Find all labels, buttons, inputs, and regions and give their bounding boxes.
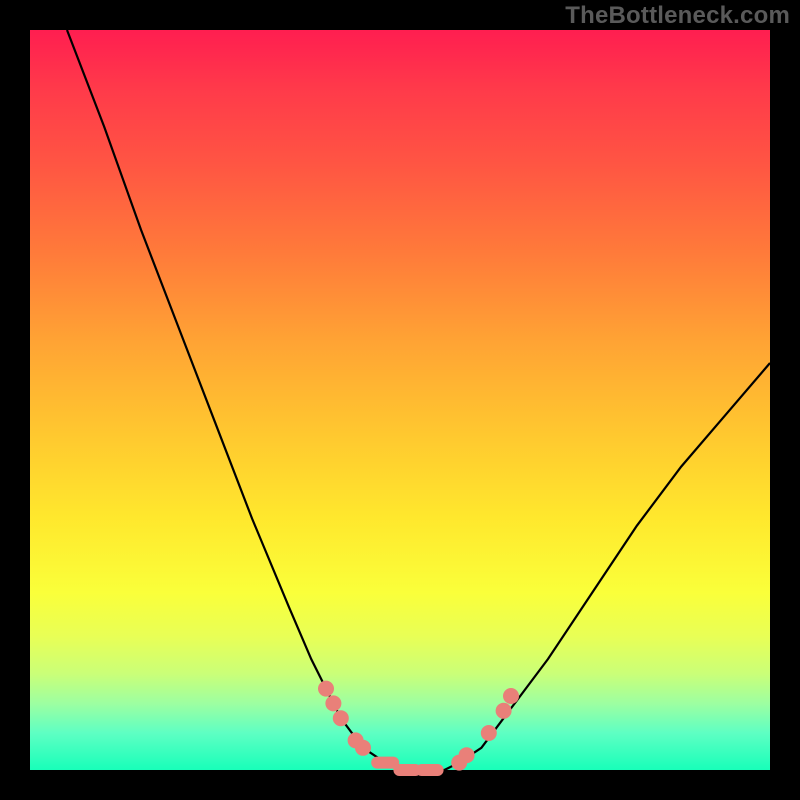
curve-marker [333,710,349,726]
curve-marker [416,764,444,776]
watermark-text: TheBottleneck.com [565,2,790,30]
curve-marker [503,688,519,704]
chart-frame: TheBottleneck.com [0,0,800,800]
chart-svg [30,30,770,770]
curve-marker [459,747,475,763]
plot-area [30,30,770,770]
curve-marker [325,695,341,711]
bottleneck-curve [67,30,770,770]
curve-marker [318,681,334,697]
curve-marker [481,725,497,741]
curve-marker [355,740,371,756]
curve-marker [496,703,512,719]
